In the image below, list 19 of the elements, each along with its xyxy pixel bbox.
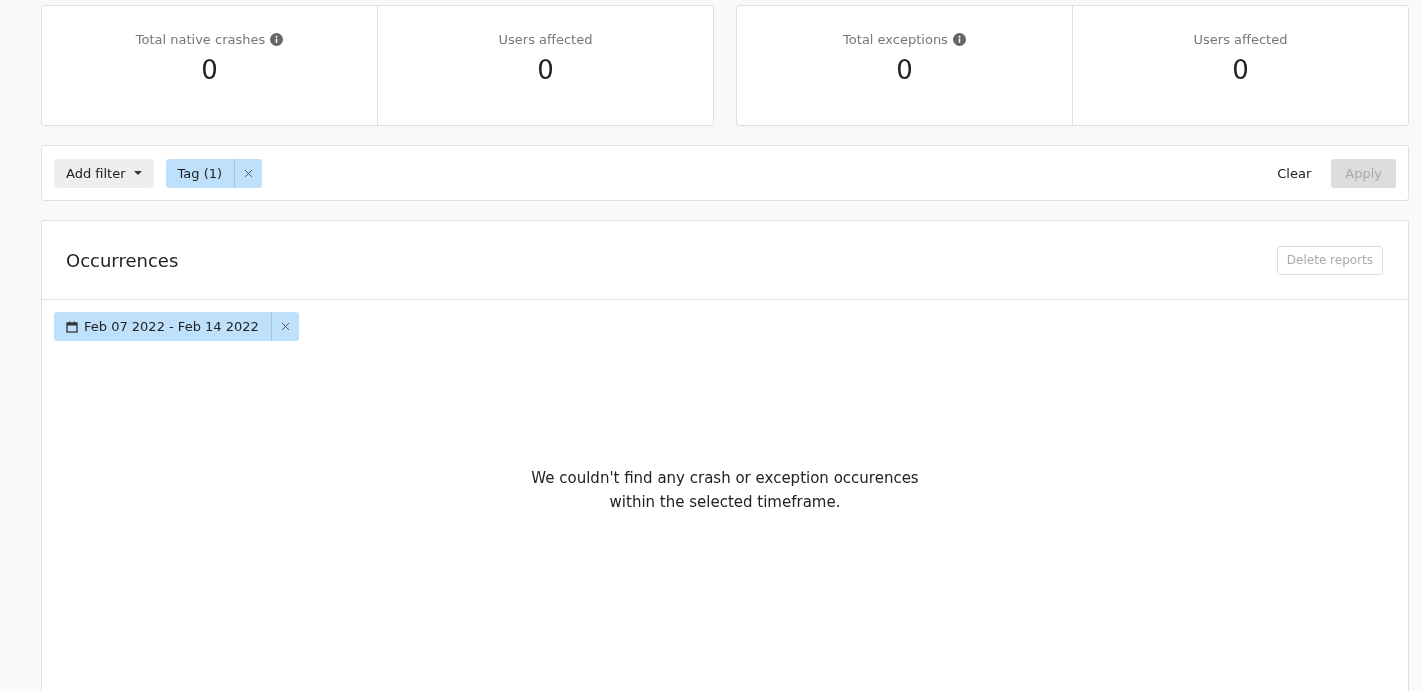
stat-value: 0 <box>1232 55 1249 85</box>
stat-value: 0 <box>201 55 218 85</box>
empty-message: within the selected timeframe. <box>609 492 841 513</box>
stat-label: Total native crashes <box>135 32 266 47</box>
filter-chip-label[interactable]: Tag (1) <box>165 158 235 188</box>
stat-label: Total exceptions <box>843 32 948 47</box>
stat-label: Users affected <box>498 32 593 47</box>
add-filter-button[interactable]: Add filter <box>54 158 154 188</box>
caret-icon <box>133 171 142 175</box>
stat-value: 0 <box>537 55 554 85</box>
stat-value: 0 <box>896 55 913 85</box>
info-icon <box>270 33 284 46</box>
card-title: Occurrences <box>66 249 179 271</box>
empty-message: We couldn't find any crash or exception occurences <box>531 468 919 489</box>
calendar-icon <box>66 320 78 333</box>
date-range-label[interactable]: Feb 07 2022 - Feb 14 2022 <box>54 312 271 341</box>
clear-button[interactable]: Clear <box>1269 161 1320 185</box>
info-icon <box>952 33 966 46</box>
stat-label: Users affected <box>1193 32 1288 47</box>
